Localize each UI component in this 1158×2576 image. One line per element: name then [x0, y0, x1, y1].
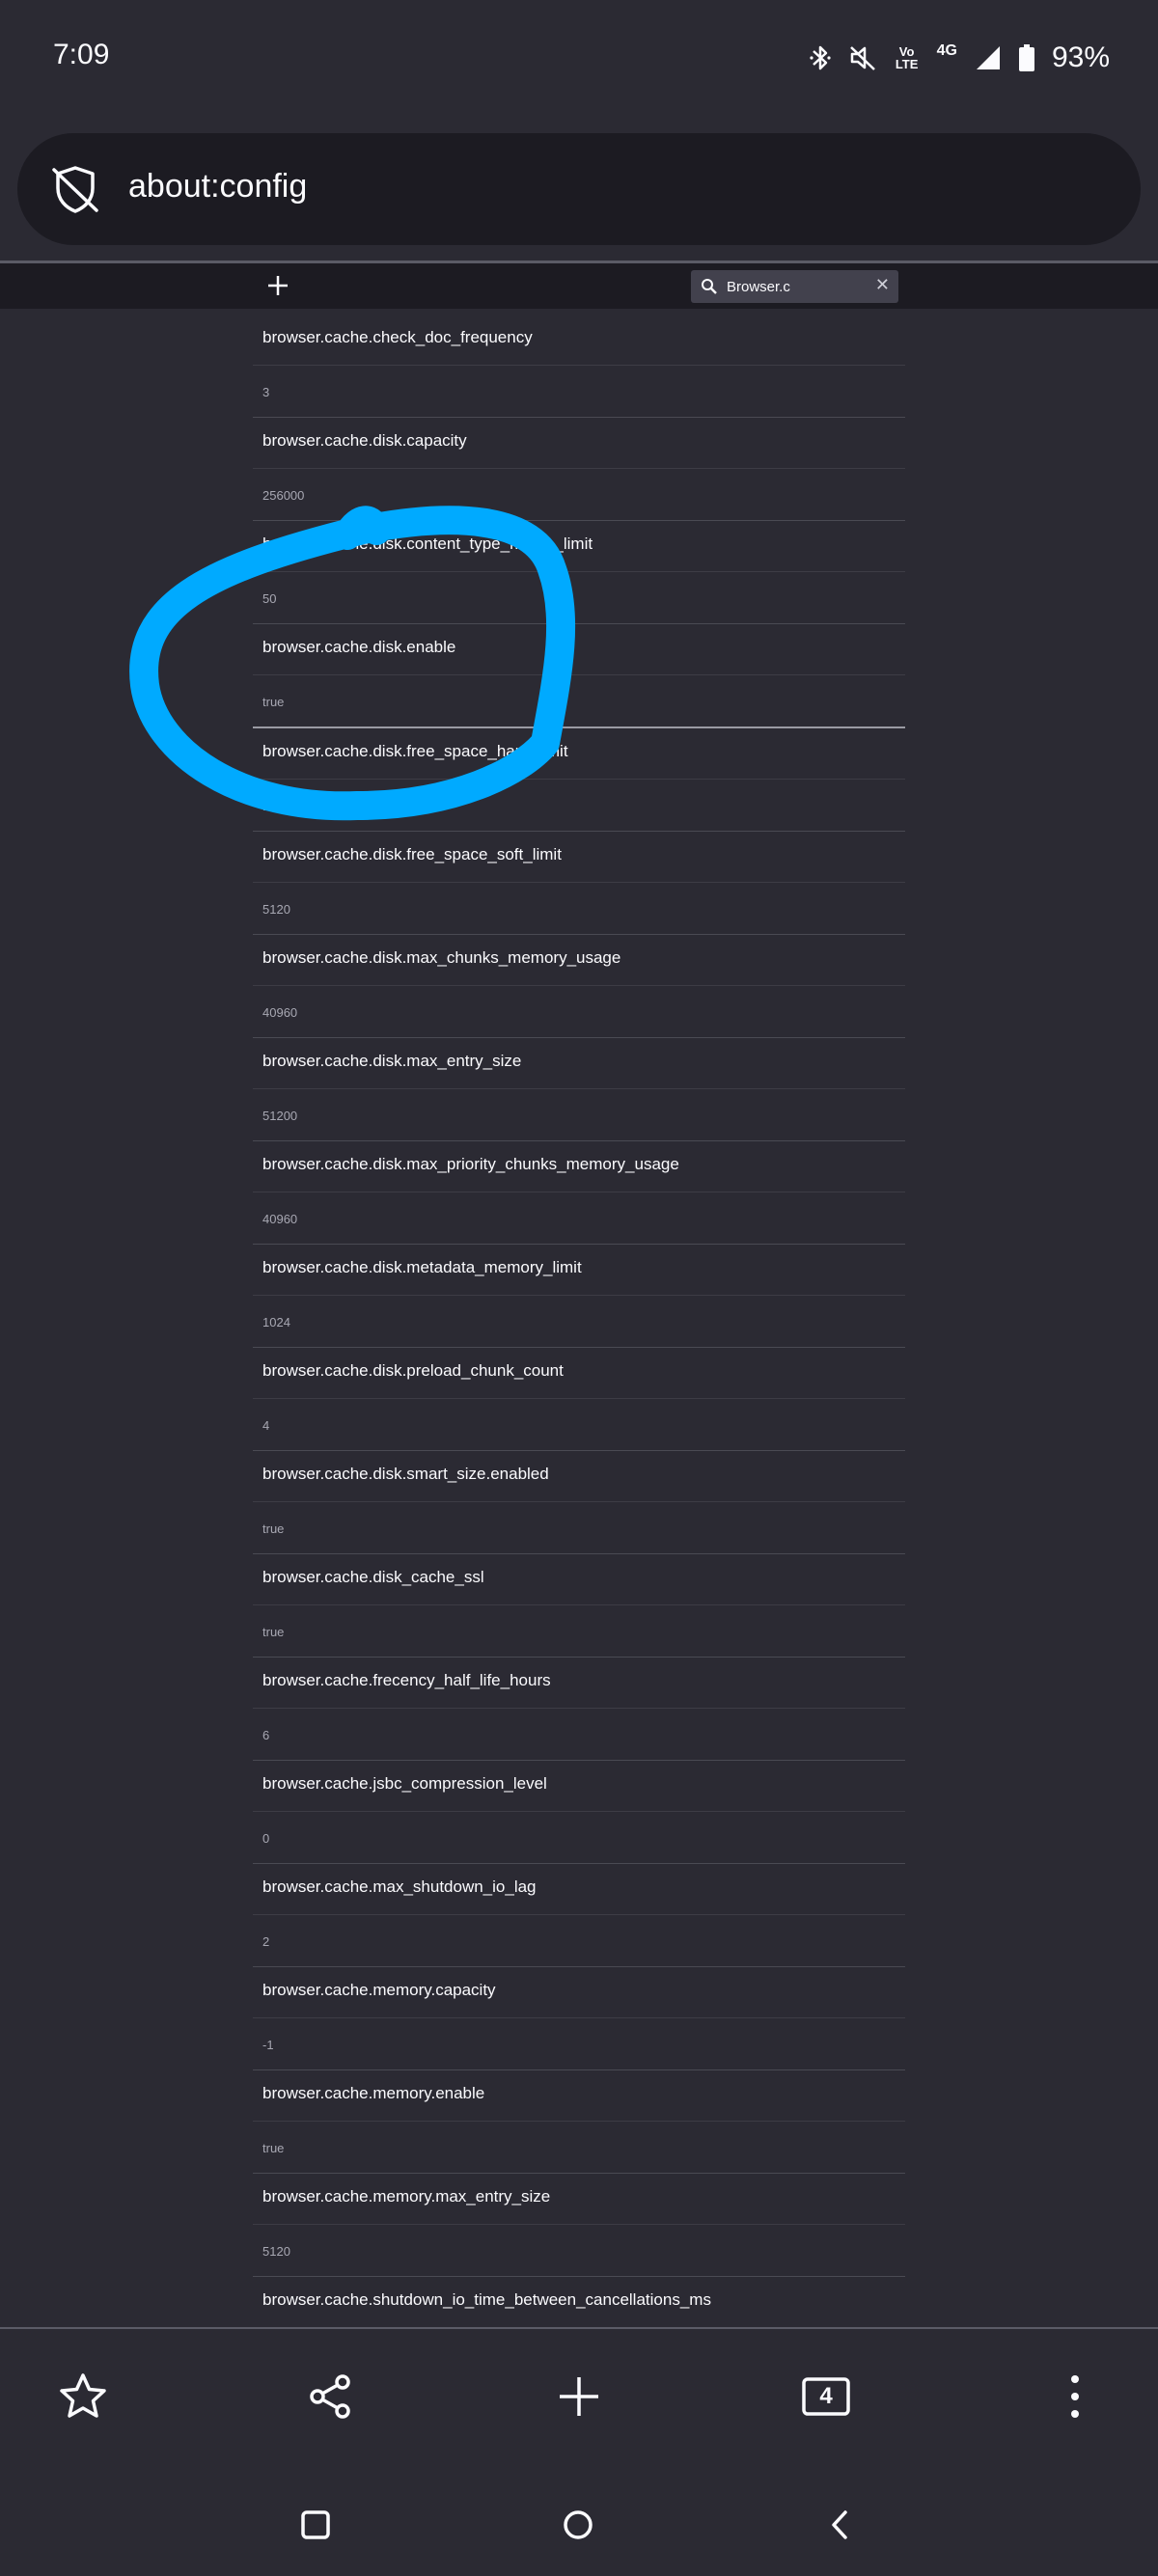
new-tab-plus-icon [560, 2377, 598, 2416]
preference-value[interactable]: 3 [253, 366, 905, 417]
preference-name[interactable]: browser.cache.disk.content_type_media_li… [253, 521, 905, 572]
search-icon [702, 279, 717, 294]
preference-row[interactable]: browser.cache.shutdown_io_time_between_c… [253, 2277, 905, 2325]
back-button[interactable] [801, 2491, 878, 2559]
preference-value[interactable]: 4 [253, 1399, 905, 1450]
preference-value[interactable]: 1024 [253, 780, 905, 831]
url-bar[interactable]: about:config [17, 133, 1141, 245]
preference-name[interactable]: browser.cache.disk.free_space_soft_limit [253, 832, 905, 883]
preference-name[interactable]: browser.cache.max_shutdown_io_lag [253, 1864, 905, 1915]
preference-value[interactable]: -1 [253, 2018, 905, 2069]
preference-name[interactable]: browser.cache.disk.max_entry_size [253, 1038, 905, 1089]
preference-row[interactable]: browser.cache.disk.content_type_media_li… [253, 521, 905, 624]
menu-dots-icon [1071, 2375, 1079, 2418]
search-input[interactable]: Browser.c ✕ [691, 270, 898, 303]
preference-value[interactable]: true [253, 1502, 905, 1553]
preference-row[interactable]: browser.cache.frecency_half_life_hours 6 [253, 1658, 905, 1761]
preference-name[interactable]: browser.cache.disk.free_space_hard_limit [253, 728, 905, 780]
bookmark-star-icon [60, 2373, 106, 2418]
search-value[interactable]: Browser.c [727, 279, 790, 295]
preference-value[interactable]: 50 [253, 572, 905, 623]
tabs-count: 4 [819, 2383, 833, 2409]
preference-value[interactable]: true [253, 675, 905, 726]
tracking-protection-off-icon[interactable] [48, 162, 102, 216]
bluetooth-icon [810, 45, 831, 70]
preference-value[interactable]: 2 [253, 1915, 905, 1966]
preference-value[interactable]: 1024 [253, 1296, 905, 1347]
recents-square-icon [301, 2510, 330, 2539]
preference-value[interactable]: 40960 [253, 1192, 905, 1244]
home-circle-icon [564, 2510, 593, 2539]
preference-name[interactable]: browser.cache.disk.metadata_memory_limit [253, 1245, 905, 1296]
preference-name[interactable]: browser.cache.disk.enable [253, 624, 905, 675]
preference-row[interactable]: browser.cache.disk.max_chunks_memory_usa… [253, 935, 905, 1038]
preference-name[interactable]: browser.cache.shutdown_io_time_between_c… [253, 2277, 905, 2325]
preference-row[interactable]: browser.cache.disk_cache_ssl true [253, 1554, 905, 1658]
status-bar: 7:09 Vo LTE 4G 93% [0, 0, 1158, 116]
preference-row[interactable]: browser.cache.disk.preload_chunk_count 4 [253, 1348, 905, 1451]
preference-row[interactable]: browser.cache.check_doc_frequency 3 [253, 315, 905, 418]
preference-row[interactable]: browser.cache.memory.enable true [253, 2070, 905, 2174]
preference-row[interactable]: browser.cache.memory.max_entry_size 5120 [253, 2174, 905, 2277]
preference-value[interactable]: 0 [253, 1812, 905, 1863]
preference-name[interactable]: browser.cache.disk.max_chunks_memory_usa… [253, 935, 905, 986]
preference-name[interactable]: browser.cache.check_doc_frequency [253, 315, 905, 366]
volte-icon: Vo LTE [895, 44, 919, 71]
preference-name[interactable]: browser.cache.frecency_half_life_hours [253, 1658, 905, 1709]
preference-name[interactable]: browser.cache.disk.max_priority_chunks_m… [253, 1141, 905, 1192]
battery-icon [1018, 44, 1034, 71]
preference-row[interactable]: browser.cache.disk.metadata_memory_limit… [253, 1245, 905, 1348]
home-button[interactable] [539, 2491, 617, 2559]
network-type: 4G [936, 42, 957, 59]
preference-name[interactable]: browser.cache.disk.preload_chunk_count [253, 1348, 905, 1399]
preference-value[interactable]: true [253, 1605, 905, 1657]
add-preference-icon[interactable] [262, 270, 293, 301]
preference-name[interactable]: browser.cache.memory.enable [253, 2070, 905, 2122]
signal-icon [976, 46, 1000, 69]
preference-value[interactable]: 5120 [253, 883, 905, 934]
battery-percent: 93% [1051, 41, 1110, 73]
config-toolbar [0, 263, 1158, 309]
preference-value[interactable]: true [253, 2122, 905, 2173]
preference-name[interactable]: browser.cache.jsbc_compression_level [253, 1761, 905, 1812]
preference-row[interactable]: browser.cache.disk.max_entry_size 51200 [253, 1038, 905, 1141]
preference-value[interactable]: 5120 [253, 2225, 905, 2276]
preference-row[interactable]: browser.cache.disk.smart_size.enabled tru… [253, 1451, 905, 1554]
preference-name[interactable]: browser.cache.memory.capacity [253, 1967, 905, 2018]
system-nav-bar [0, 2474, 1158, 2576]
bookmark-button[interactable] [35, 2329, 131, 2464]
preference-list: browser.cache.check_doc_frequency 3 brows… [253, 315, 905, 2325]
status-time: 7:09 [53, 39, 110, 70]
preference-row[interactable]: browser.cache.jsbc_compression_level 0 [253, 1761, 905, 1864]
clear-search-icon[interactable]: ✕ [875, 275, 890, 295]
recents-button[interactable] [277, 2491, 354, 2559]
preference-value[interactable]: 6 [253, 1709, 905, 1760]
preference-name[interactable]: browser.cache.disk.smart_size.enabled [253, 1451, 905, 1502]
preference-value[interactable]: 51200 [253, 1089, 905, 1140]
new-tab-button[interactable] [531, 2329, 627, 2464]
menu-button[interactable] [1027, 2329, 1123, 2464]
preference-row[interactable]: browser.cache.max_shutdown_io_lag 2 [253, 1864, 905, 1967]
back-chevron-icon [832, 2510, 847, 2539]
preference-row-selected[interactable]: browser.cache.disk.enable true [253, 624, 905, 728]
preference-row[interactable]: browser.cache.disk.free_space_soft_limit… [253, 832, 905, 935]
preference-value[interactable]: 256000 [253, 469, 905, 520]
preference-row[interactable]: browser.cache.disk.max_priority_chunks_m… [253, 1141, 905, 1245]
preference-row[interactable]: browser.cache.memory.capacity -1 [253, 1967, 905, 2070]
preference-value[interactable]: 40960 [253, 986, 905, 1037]
preference-row[interactable]: browser.cache.disk.free_space_hard_limit… [253, 728, 905, 832]
share-icon [310, 2374, 350, 2419]
mute-icon [849, 46, 875, 70]
tabs-button[interactable]: 4 [778, 2329, 874, 2464]
bottom-toolbar: 4 [0, 2329, 1158, 2474]
preference-row[interactable]: browser.cache.disk.capacity 256000 [253, 418, 905, 521]
preference-name[interactable]: browser.cache.memory.max_entry_size [253, 2174, 905, 2225]
status-icons: Vo LTE 4G 93% [810, 39, 1110, 77]
preference-name[interactable]: browser.cache.disk.capacity [253, 418, 905, 469]
share-button[interactable] [283, 2329, 379, 2464]
url-text[interactable]: about:config [128, 168, 307, 206]
preference-name[interactable]: browser.cache.disk_cache_ssl [253, 1554, 905, 1605]
